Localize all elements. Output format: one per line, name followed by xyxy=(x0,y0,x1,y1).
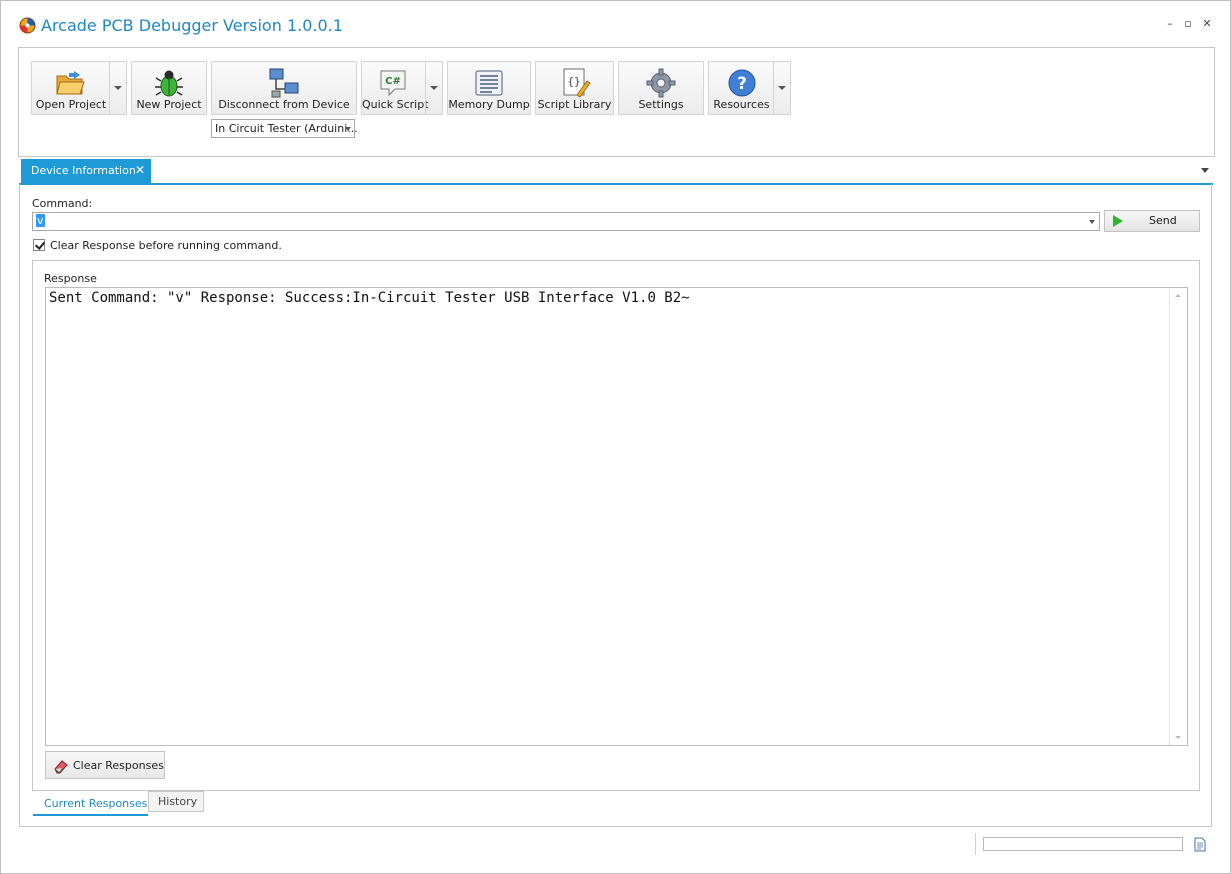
quick-script-button[interactable]: C# Quick Script xyxy=(361,61,443,115)
clear-response-checkbox[interactable] xyxy=(33,239,46,251)
clear-response-label: Clear Response before running command. xyxy=(50,239,282,252)
app-window: Arcade PCB Debugger Version 1.0.0.1 – ▫ … xyxy=(0,0,1231,874)
close-button[interactable]: ✕ xyxy=(1198,15,1216,33)
memory-dump-label: Memory Dump xyxy=(448,98,530,111)
resources-label: Resources xyxy=(713,98,770,111)
send-label: Send xyxy=(1149,214,1177,227)
tab-device-information[interactable]: Device Information ✕ xyxy=(21,159,151,183)
open-project-dropdown[interactable] xyxy=(109,62,126,114)
new-project-button[interactable]: New Project xyxy=(131,61,207,115)
new-project-label: New Project xyxy=(136,98,202,111)
csharp-icon: C# xyxy=(380,70,406,97)
settings-label: Settings xyxy=(638,98,684,111)
clear-responses-button[interactable]: Clear Responses xyxy=(45,751,165,779)
quick-script-dropdown[interactable] xyxy=(425,62,442,114)
help-icon: ? xyxy=(728,69,756,97)
play-icon xyxy=(1113,215,1123,227)
tab-history-label: History xyxy=(158,795,198,808)
send-button[interactable]: Send xyxy=(1104,210,1200,232)
response-text: Sent Command: "v" Response: Success:In-C… xyxy=(49,290,690,306)
network-computers-icon xyxy=(269,68,299,98)
command-value: v xyxy=(36,214,45,227)
script-library-label: Script Library xyxy=(537,98,612,111)
script-braces-icon: {} xyxy=(563,68,591,98)
memory-list-icon xyxy=(475,70,503,96)
checkmark-icon xyxy=(34,239,46,250)
response-textarea[interactable]: Sent Command: "v" Response: Success:In-C… xyxy=(45,287,1188,746)
tab-device-information-label: Device Information xyxy=(31,164,136,177)
command-label: Command: xyxy=(32,197,93,210)
tab-current-responses[interactable]: Current Responses xyxy=(33,793,148,816)
ribbon-toolbar: Open Project New Project Disconnect from… xyxy=(18,47,1215,157)
tab-current-responses-label: Current Responses xyxy=(44,797,148,810)
memory-dump-button[interactable]: Memory Dump xyxy=(447,61,531,115)
svg-text:?: ? xyxy=(737,74,747,94)
close-icon[interactable]: ✕ xyxy=(135,163,145,177)
chevron-down-icon xyxy=(430,86,438,90)
chevron-down-icon xyxy=(345,127,351,131)
title-bar: Arcade PCB Debugger Version 1.0.0.1 – ▫ … xyxy=(1,1,1230,51)
document-icon[interactable] xyxy=(1194,837,1206,852)
device-select-value: In Circuit Tester (Arduini... xyxy=(215,122,358,135)
response-group-label: Response xyxy=(44,272,97,285)
resources-button[interactable]: ? Resources xyxy=(708,61,791,115)
tab-history[interactable]: History xyxy=(148,791,204,812)
gear-icon xyxy=(646,68,676,98)
chevron-down-icon[interactable] xyxy=(1089,220,1095,224)
chevron-down-icon xyxy=(778,86,786,90)
status-progress-bar xyxy=(983,837,1183,851)
disconnect-label: Disconnect from Device xyxy=(218,98,350,111)
scroll-down-icon[interactable] xyxy=(1175,736,1181,739)
window-title: Arcade PCB Debugger Version 1.0.0.1 xyxy=(41,16,343,35)
maximize-button[interactable]: ▫ xyxy=(1179,15,1197,33)
quick-script-label: Quick Script xyxy=(362,98,429,111)
svg-text:C#: C# xyxy=(385,76,401,87)
open-project-button[interactable]: Open Project xyxy=(31,61,127,115)
open-project-label: Open Project xyxy=(35,98,107,111)
command-input[interactable]: v xyxy=(32,212,1100,231)
tab-list-dropdown-icon[interactable] xyxy=(1201,168,1209,173)
folder-open-icon xyxy=(56,71,85,95)
resources-dropdown[interactable] xyxy=(773,62,790,114)
document-tab-strip: Device Information ✕ xyxy=(19,159,1213,185)
chevron-down-icon xyxy=(114,86,122,90)
statusbar-separator xyxy=(975,833,976,855)
settings-button[interactable]: Settings xyxy=(618,61,704,115)
response-scrollbar[interactable] xyxy=(1169,288,1187,745)
svg-text:{}: {} xyxy=(567,75,580,88)
device-select[interactable]: In Circuit Tester (Arduini... xyxy=(211,119,358,138)
arcade-logo-icon xyxy=(19,17,36,34)
clear-responses-label: Clear Responses xyxy=(73,759,164,772)
minimize-button[interactable]: – xyxy=(1161,15,1179,33)
script-library-button[interactable]: {} Script Library xyxy=(535,61,614,115)
eraser-icon xyxy=(54,760,68,774)
bug-icon xyxy=(155,70,183,97)
scroll-up-icon[interactable] xyxy=(1175,294,1181,297)
disconnect-button[interactable]: Disconnect from Device xyxy=(211,61,357,115)
